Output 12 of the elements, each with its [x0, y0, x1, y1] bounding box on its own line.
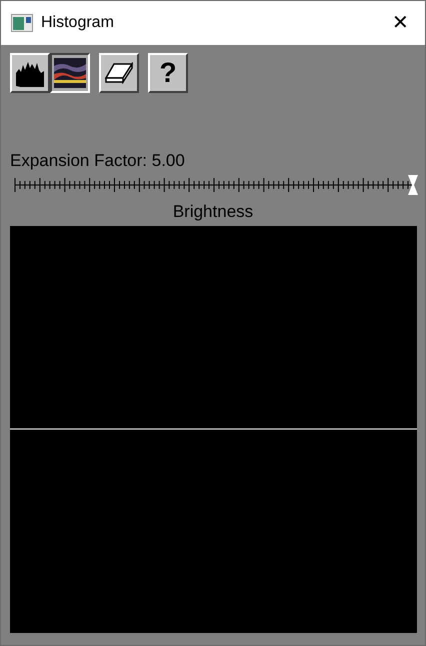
help-button[interactable]: ? — [148, 53, 188, 93]
slider-thumb[interactable] — [408, 174, 418, 195]
window-title: Histogram — [41, 13, 115, 33]
histogram-button[interactable] — [10, 53, 50, 93]
image-thumbnail-icon — [54, 58, 86, 88]
expansion-factor-label: Expansion Factor: 5.00 — [10, 152, 186, 169]
image-button[interactable] — [50, 53, 90, 93]
eraser-icon — [105, 62, 133, 84]
eraser-button[interactable] — [99, 53, 139, 93]
close-button[interactable]: ✕ — [386, 13, 415, 33]
plot-title: Brightness — [172, 203, 254, 220]
app-icon — [11, 14, 33, 32]
